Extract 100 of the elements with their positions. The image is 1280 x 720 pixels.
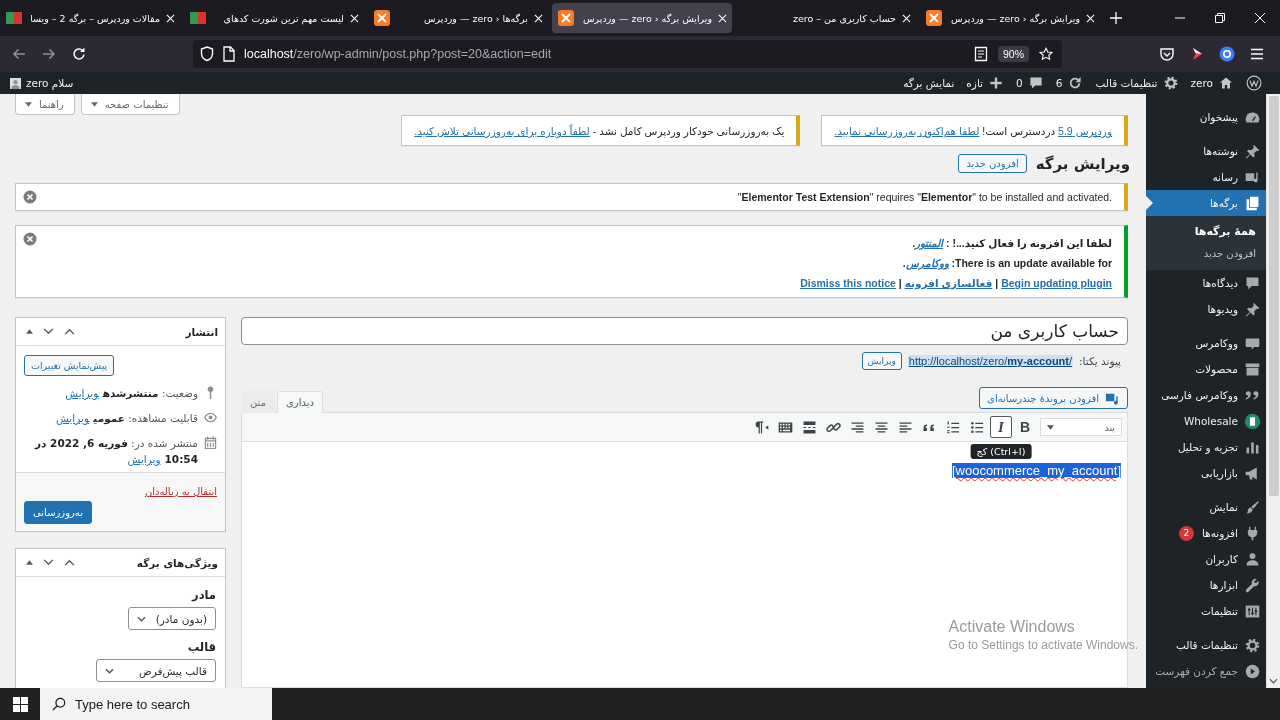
site-link[interactable]: zero: [1184, 72, 1240, 94]
speech-bubble-icon: [1027, 75, 1044, 91]
menu-item[interactable]: کاربران: [1146, 546, 1266, 572]
disc-icon[interactable]: [1219, 46, 1235, 62]
menu-item[interactable]: پیشخوان: [1146, 104, 1266, 130]
dropdown[interactable]: قالب پیش‌فرض: [96, 659, 216, 682]
browser-tab[interactable]: برگه‌ها ‹ zero — وردپرس: [368, 3, 548, 33]
collapse-menu-button[interactable]: جمع کردن فهرست: [1146, 658, 1266, 684]
logo-icon[interactable]: [1246, 75, 1262, 91]
address-bar[interactable]: localhost/zero/wp-admin/post.php?post=20&action=edit 90%: [193, 40, 1062, 68]
menu-item[interactable]: محصولات: [1146, 356, 1266, 382]
shortcode-text: [woocommerce_my_account]: [951, 463, 1121, 478]
customize-link[interactable]: تنظیمات قالب: [1089, 72, 1185, 94]
zoom-badge[interactable]: 90%: [998, 46, 1029, 62]
triangle-up-icon[interactable]: [26, 329, 33, 334]
link[interactable]: فعالسازی افزونه: [904, 277, 993, 289]
menu-item[interactable]: نمایش: [1146, 494, 1266, 520]
italic-button[interactable]: I: [990, 416, 1012, 438]
comments-link[interactable]: 0: [1010, 72, 1050, 94]
screen-meta-button[interactable]: تنظیمات صفحه: [80, 94, 180, 115]
link[interactable]: Begin updating plugin: [1001, 277, 1112, 289]
link[interactable]: المنتور: [915, 237, 944, 249]
add-media-button[interactable]: افزودن پروندهٔ چندرسانه‌ای: [979, 387, 1128, 409]
start-icon[interactable]: [12, 696, 28, 712]
search-icon: [52, 697, 66, 711]
back-icon[interactable]: [11, 46, 27, 62]
close-icon[interactable]: [902, 13, 911, 23]
updates-link[interactable]: 6: [1049, 72, 1090, 94]
menu-item[interactable]: ابزارها: [1146, 572, 1266, 598]
scrollbar[interactable]: [1266, 94, 1280, 688]
close-icon[interactable]: [350, 13, 359, 23]
caret-down-icon: [25, 101, 32, 107]
chevron-up-icon[interactable]: [64, 559, 75, 566]
triangle-up-icon[interactable]: [26, 560, 33, 565]
permalink-link[interactable]: http://localhost/zero/my-account/: [907, 355, 1074, 367]
title-field[interactable]: حساب کاربری من: [241, 317, 1128, 345]
menu-item[interactable]: دیدگاه‌ها: [1146, 270, 1266, 296]
menu-item[interactable]: تنظیمات: [1146, 598, 1266, 624]
link[interactable]: لطفا هم‌اکنون به‌روزرسانی نمایید.: [834, 125, 980, 137]
menu-item[interactable]: ووکامرس: [1146, 330, 1266, 356]
close-icon[interactable]: [1086, 13, 1095, 23]
link[interactable]: وردپرس 5.9: [1058, 125, 1112, 137]
reload-icon[interactable]: [71, 46, 87, 62]
restore-icon[interactable]: [1215, 13, 1225, 23]
submenu-item[interactable]: افزودن جدید: [1146, 242, 1266, 264]
update-button[interactable]: به‌روزرسانی: [24, 501, 92, 524]
caret-down-icon: [90, 101, 98, 107]
edit-slug-button[interactable]: ویرایش: [861, 352, 902, 370]
publish-detail: وضعیت: منتشرشده ویرایش: [64, 386, 198, 401]
pocket-icon[interactable]: [1159, 46, 1175, 62]
menu-item[interactable]: Wholesale: [1146, 408, 1266, 434]
chevron-up-icon[interactable]: [64, 328, 75, 335]
search-field[interactable]: Type here to search: [40, 688, 272, 720]
page-icon[interactable]: [222, 46, 236, 62]
chevron-down-icon[interactable]: [1269, 678, 1278, 684]
menu-item[interactable]: تنظیمات قالب: [1146, 632, 1266, 658]
account-link[interactable]: سلام zero: [4, 72, 80, 94]
editor-tab[interactable]: دیداری: [277, 391, 323, 413]
editor-tab[interactable]: متن: [241, 391, 275, 413]
dropdown[interactable]: (بدون مادر): [127, 607, 216, 630]
chevron-down-icon[interactable]: [43, 559, 54, 566]
browser-tab[interactable]: حساب کاربری من – zero: [736, 3, 916, 33]
browser-tab[interactable]: ویرایش برگه ‹ zero — وردپرس: [552, 3, 732, 33]
edit-link[interactable]: ویرایش: [65, 387, 99, 399]
bold-button[interactable]: B: [1014, 416, 1036, 438]
menu-item[interactable]: رسانه: [1146, 164, 1266, 190]
add-new-button[interactable]: افزودن جدید: [958, 154, 1027, 173]
plus-icon[interactable]: [1110, 12, 1122, 24]
split-square-icon: [190, 10, 206, 26]
menu-icon[interactable]: [1249, 46, 1265, 62]
preview-button[interactable]: پیش‌نمایش تغییرات: [24, 355, 115, 376]
menu-item[interactable]: برگه‌ها: [1146, 190, 1266, 216]
chevron-down-icon[interactable]: [43, 328, 54, 335]
menu-item[interactable]: نوشته‌ها: [1146, 138, 1266, 164]
close-icon[interactable]: [166, 13, 175, 23]
close-icon[interactable]: [1255, 13, 1265, 23]
reader-view-icon[interactable]: [974, 46, 988, 62]
caret-down-icon: [1047, 424, 1054, 430]
browser-tab[interactable]: مقالات وردپرس – برگه 2 – وبسا: [0, 3, 180, 33]
star-icon[interactable]: [1039, 46, 1053, 62]
close-icon[interactable]: [534, 13, 543, 23]
format-select[interactable]: بند: [1040, 418, 1122, 436]
link[interactable]: Dismiss this notice: [800, 277, 896, 289]
menu-item[interactable]: ویدیوها: [1146, 296, 1266, 322]
screen-meta-button[interactable]: راهنما: [15, 94, 75, 115]
browser-tab[interactable]: ویرایش برگه ‹ zero — وردپرس: [920, 3, 1100, 33]
shield-icon[interactable]: [200, 46, 214, 62]
menu-item[interactable]: ووکامرس فارسی: [1146, 382, 1266, 408]
menu-item[interactable]: تجزیه و تحلیل: [1146, 434, 1266, 460]
link[interactable]: لطفاً دوباره برای به‌روزرسانی تلاش کنید.: [414, 125, 590, 137]
view-page-link[interactable]: نمایش برگه: [897, 72, 961, 94]
forward-icon[interactable]: [41, 46, 57, 62]
trash-link[interactable]: انتقال به زباله‌دان: [144, 486, 217, 497]
edit-link[interactable]: ویرایش: [55, 412, 90, 424]
menu-item[interactable]: بازاریابی: [1146, 460, 1266, 486]
browser-tab[interactable]: لیست مهم ترین شورت کدهای: [184, 3, 364, 33]
submenu-item[interactable]: همهٔ برگه‌ها: [1146, 220, 1266, 242]
close-icon[interactable]: [718, 13, 727, 23]
edit-link[interactable]: ویرایش: [127, 453, 161, 465]
new-content-link[interactable]: تازه: [960, 72, 1011, 94]
